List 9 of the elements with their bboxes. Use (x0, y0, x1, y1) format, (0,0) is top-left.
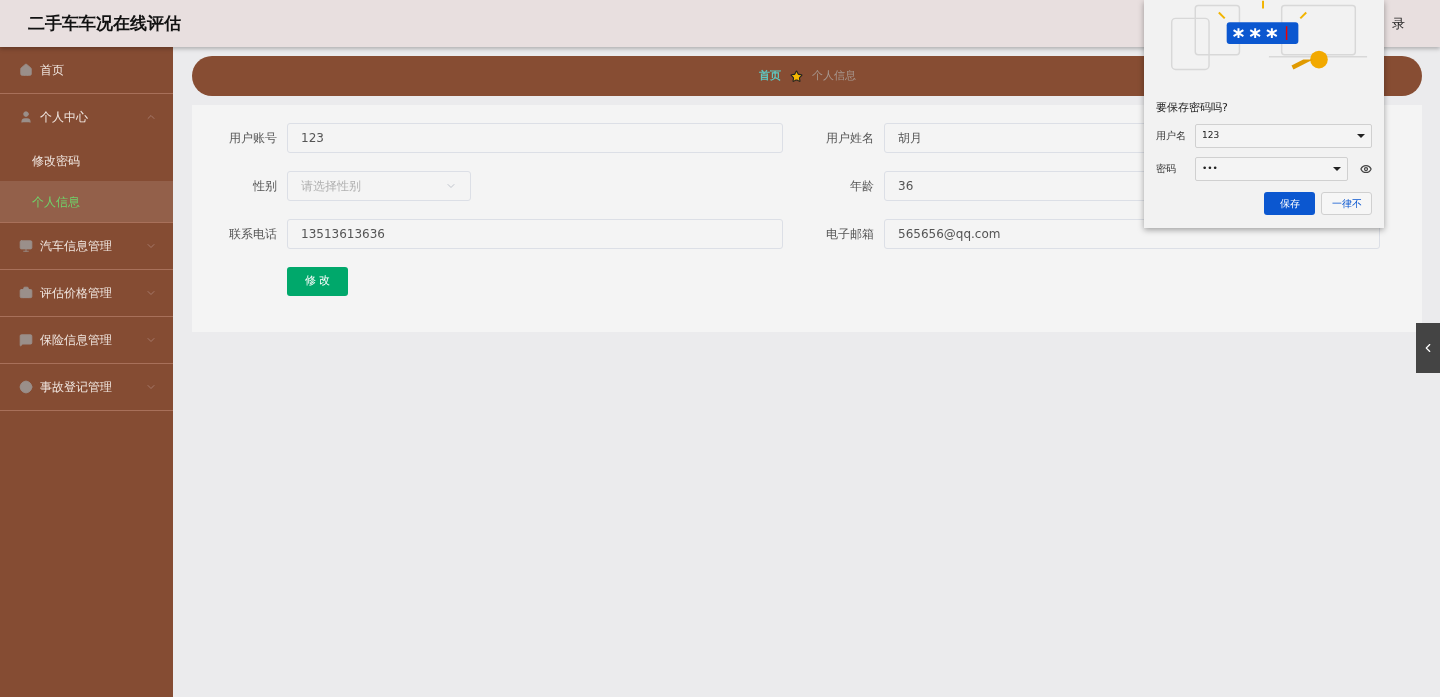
field-label: 用户名 (1156, 129, 1187, 143)
field-label: 联系电话 (228, 226, 277, 243)
app-title: 二手车车况在线评估 (28, 11, 181, 35)
field-label: 用户账号 (228, 130, 277, 147)
field-label: 用户姓名 (825, 130, 874, 147)
field-label: 性别 (252, 178, 277, 195)
popup-title: 要保存密码吗? (1156, 100, 1229, 116)
field-label: 年龄 (849, 178, 874, 195)
field-label: 电子邮箱 (825, 226, 874, 243)
